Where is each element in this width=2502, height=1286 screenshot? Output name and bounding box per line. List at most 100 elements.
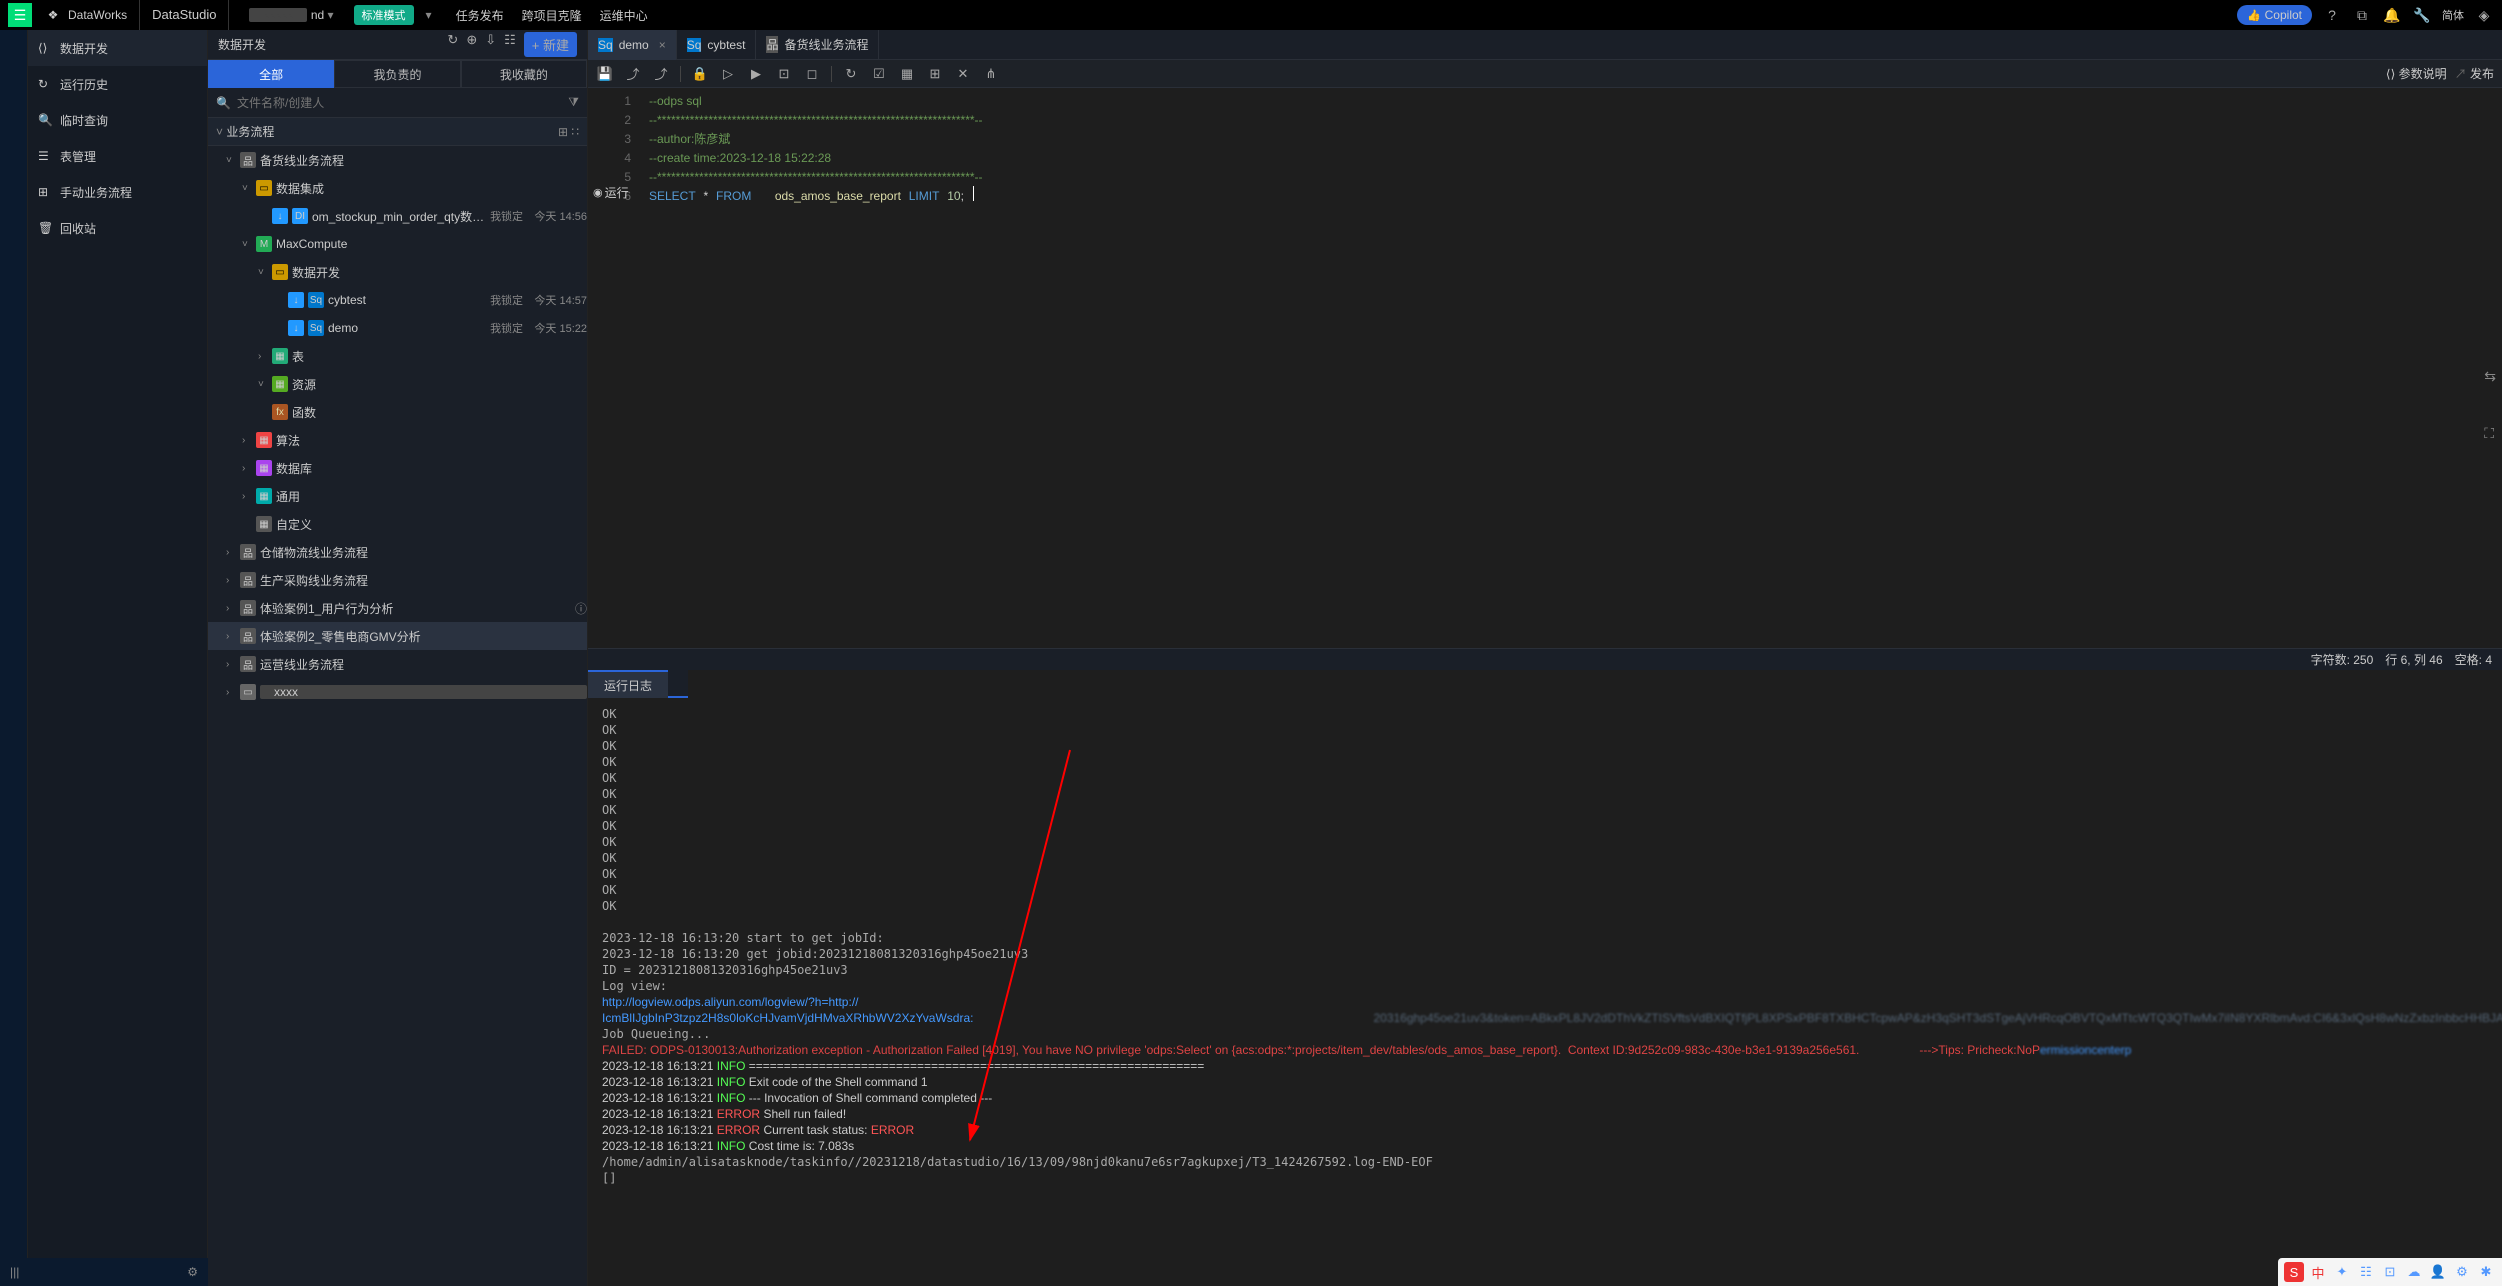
tree-dev[interactable]: ˅▭数据开发 [208,258,587,286]
publish-button[interactable]: ↗ 发布 [2455,65,2494,82]
code-editor[interactable]: 123456 --odps sql --********************… [588,88,2502,648]
tab-cybtest[interactable]: Sqcybtest [677,30,757,60]
close-icon[interactable]: × [659,38,666,52]
save-icon[interactable]: 💾 [596,65,614,83]
tree-db[interactable]: ›▦数据库 [208,454,587,482]
ime-icon[interactable]: S [2284,1262,2304,1282]
wrench-icon[interactable]: 🔧 [2412,5,2432,25]
log-tab[interactable]: 运行日志 [588,670,668,698]
locate-icon[interactable]: ⊕ [466,32,477,57]
tree-di-job[interactable]: ↓DIom_stockup_min_order_qty数据同步我锁定 今天 14… [208,202,587,230]
tree-res[interactable]: ˅▦资源 [208,370,587,398]
avatar-icon[interactable]: ◈ [2474,5,2494,25]
tree-cus[interactable]: ▦自定义 [208,510,587,538]
nav-history[interactable]: ↻运行历史 [28,66,207,102]
collapse-rail-icon[interactable]: ||| [10,1265,19,1279]
tb-icon5[interactable]: 👤 [2428,1262,2448,1282]
cross-icon[interactable]: ✕ [954,65,972,83]
tree-group[interactable]: ˅ 业务流程 ⊞ ∷ [208,118,587,146]
tree-di[interactable]: ˅▭数据集成 [208,174,587,202]
tb-icon3[interactable]: ⊡ [2380,1262,2400,1282]
goto-icon[interactable]: ☑ [870,65,888,83]
filter-icon[interactable]: ⧩ [568,95,579,110]
tree-search: 🔍 ⧩ [208,88,587,118]
format-icon[interactable]: ▦ [898,65,916,83]
nav-tables[interactable]: ☰表管理 [28,138,207,174]
news-icon[interactable]: ⧉ [2352,5,2372,25]
product-name[interactable]: DataStudio [139,0,229,30]
lang-label[interactable]: 简体 [2442,7,2464,23]
param-button[interactable]: ⟨⟩ 参数说明 [2386,65,2447,82]
submit2-icon[interactable]: ⤴ [652,65,670,83]
tree-func[interactable]: fx函数 [208,398,587,426]
tree-algo[interactable]: ›▦算法 [208,426,587,454]
nav-publish[interactable]: 任务发布 [456,7,504,24]
inline-run-button[interactable]: ◉ 运行 [593,184,629,203]
cursor [973,186,974,201]
collapse-icon[interactable]: ⇆ [2484,368,2496,385]
import-icon[interactable]: ⇩ [485,32,496,57]
fullscreen-icon[interactable]: ⛶ [2484,425,2496,442]
filter-tabs: 全部 我负责的 我收藏的 [208,60,587,88]
tb-icon6[interactable]: ⚙ [2452,1262,2472,1282]
tab-flow[interactable]: 品备货线业务流程 [756,30,879,60]
lock-icon[interactable]: 🔒 [691,65,709,83]
filter-all[interactable]: 全部 [208,60,334,88]
tree-flow3[interactable]: ›品生产采购线业务流程 [208,566,587,594]
project-name[interactable]: xxxxx nd ▾ [241,8,341,22]
bell-icon[interactable]: 🔔 [2382,5,2402,25]
nav-recycle[interactable]: 🗑回收站 [28,210,207,246]
run-icon[interactable]: ▷ [719,65,737,83]
tree-flow7[interactable]: ›▭xxxx [208,678,587,706]
tree-cybtest[interactable]: ↓Sqcybtest我锁定 今天 14:57 [208,286,587,314]
tree-flow2[interactable]: ›品仓储物流线业务流程 [208,538,587,566]
menu-icon[interactable]: ☰ [8,3,32,27]
nav-ops[interactable]: 运维中心 [600,7,648,24]
reload-icon[interactable]: ↻ [842,65,860,83]
tb-icon7[interactable]: ✱ [2476,1262,2496,1282]
ime-lang-icon[interactable]: 中 [2308,1262,2328,1282]
log-body[interactable]: OKOKOKOKOKOKOKOKOKOKOKOKOK 2023-12-18 16… [588,698,2502,1286]
editor-status: 字符数: 250 行 6, 列 46 空格: 4 [588,648,2502,670]
refresh-icon[interactable]: ↻ [447,32,458,57]
filter-mine[interactable]: 我负责的 [334,60,460,88]
tree-flow5[interactable]: ›品体验案例2_零售电商GMV分析 [208,622,587,650]
brand-label: DataWorks [68,8,127,22]
stop-icon[interactable]: ◻ [803,65,821,83]
tree-flow4[interactable]: ›品体验案例1_用户行为分析ⓘ [208,594,587,622]
tab-demo[interactable]: Sqdemo× [588,30,677,60]
left-rail [0,30,28,1286]
tree-table[interactable]: ›▦表 [208,342,587,370]
nav-query[interactable]: 🔍临时查询 [28,102,207,138]
run-sel-icon[interactable]: ▶ [747,65,765,83]
editor-toolbar: 💾 ⤴ ⤴ 🔒 ▷ ▶ ⊡ ◻ ↻ ☑ ▦ ⊞ ✕ ⋔ ⟨⟩ 参数说明 ↗ 发布 [588,60,2502,88]
tree-flow6[interactable]: ›品运营线业务流程 [208,650,587,678]
search-input[interactable] [237,96,562,110]
settings-icon[interactable]: ⚙ [187,1265,198,1279]
tree-maxcompute[interactable]: ˅MMaxCompute [208,230,587,258]
submit-icon[interactable]: ⤴ [624,65,642,83]
tree-demo[interactable]: ↓Sqdemo我锁定 今天 15:22 [208,314,587,342]
help-icon[interactable]: ? [2322,5,2342,25]
filter-fav[interactable]: 我收藏的 [461,60,587,88]
dep-icon[interactable]: ⋔ [982,65,1000,83]
top-nav: 任务发布 跨项目克隆 运维中心 [456,7,648,24]
tb-icon4[interactable]: ☁ [2404,1262,2424,1282]
expand-icon[interactable]: ⊞ [926,65,944,83]
tree-flow-root[interactable]: ˅品备货线业务流程 [208,146,587,174]
copilot-button[interactable]: 👍 Copilot [2237,5,2312,25]
windows-taskbar: S 中 ✦ ☷ ⊡ ☁ 👤 ⚙ ✱ [2278,1258,2502,1286]
nav-data-dev[interactable]: ⟨⟩数据开发 [28,30,207,66]
batch-icon[interactable]: ☷ [504,32,516,57]
tree-gen[interactable]: ›▦通用 [208,482,587,510]
tb-icon2[interactable]: ☷ [2356,1262,2376,1282]
bottom-rail: ||| ⚙ [0,1258,208,1286]
nav-manual[interactable]: ⊞手动业务流程 [28,174,207,210]
nav-clone[interactable]: 跨项目克隆 [522,7,582,24]
debug-icon[interactable]: ⊡ [775,65,793,83]
editor-panel: Sqdemo× Sqcybtest 品备货线业务流程 💾 ⤴ ⤴ 🔒 ▷ ▶ ⊡… [588,30,2502,1286]
search-icon: 🔍 [216,96,231,110]
mode-badge: 标准模式 [354,5,414,25]
new-button[interactable]: + 新建 [524,32,577,57]
tb-icon1[interactable]: ✦ [2332,1262,2352,1282]
